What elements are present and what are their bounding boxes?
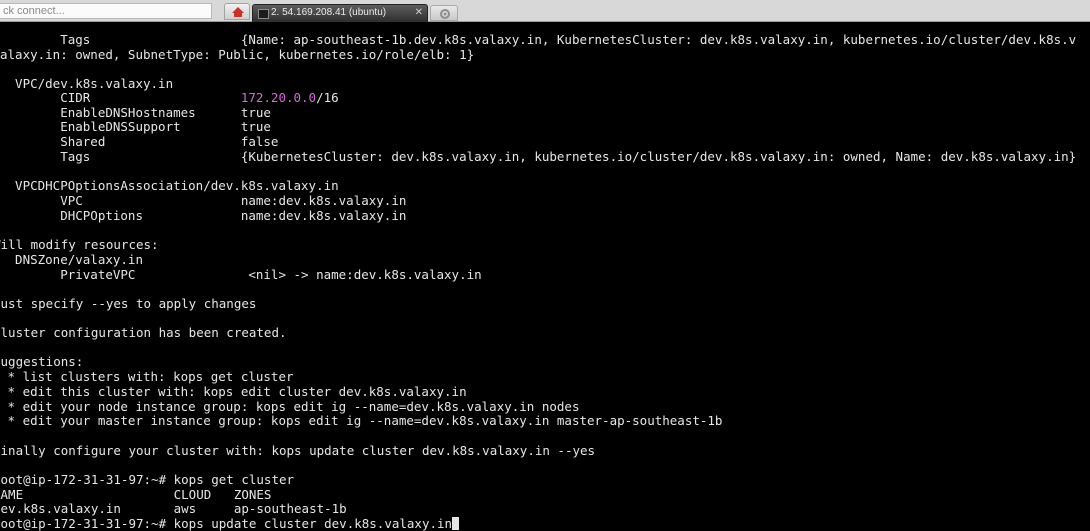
terminal-line: * list clusters with: kops get cluster <box>0 369 294 384</box>
tab-title: 2. 54.169.208.41 (ubuntu) <box>271 7 387 18</box>
terminal-line-text: Cluster configuration has been created. <box>0 325 287 340</box>
terminal-line-text: root@ip-172-31-31-97:~# kops update clus… <box>0 516 453 531</box>
terminal-line-text: alaxy.in: owned, SubnetType: Public, kub… <box>0 47 475 62</box>
terminal-cursor <box>452 517 460 530</box>
terminal-line-text: EnableDNSSupport true <box>0 119 271 134</box>
quick-connect-input[interactable]: ck connect... <box>0 3 212 19</box>
terminal-line: Must specify --yes to apply changes <box>0 296 256 311</box>
terminal-line-text: Finally configure your cluster with: kop… <box>0 443 596 458</box>
terminal-line-text: PrivateVPC <nil> -> name:dev.k8s.valaxy.… <box>0 267 482 282</box>
terminal-line: Shared false <box>0 134 278 149</box>
terminal-line-text: root@ip-172-31-31-97:~# kops get cluster <box>0 472 295 487</box>
terminal-icon <box>258 9 269 19</box>
terminal-line-text: * edit your master instance group: kops … <box>0 413 723 428</box>
terminal-line: DHCPOptions name:dev.k8s.valaxy.in <box>0 208 406 223</box>
gear-icon <box>440 9 450 19</box>
terminal-line-text: NAME CLOUD ZONES <box>0 487 272 502</box>
terminal-line: dev.k8s.valaxy.in aws ap-southeast-1b <box>0 501 347 516</box>
terminal-line: Tags {KubernetesCluster: dev.k8s.valaxy.… <box>0 149 1076 164</box>
terminal-line: DNSZone/valaxy.in <box>0 252 143 267</box>
cidr-ip-highlight: 172.20.0.0 <box>240 90 317 105</box>
terminal-line-text: DNSZone/valaxy.in <box>0 252 143 267</box>
terminal-line: * edit this cluster with: kops edit clus… <box>0 384 467 399</box>
terminal-line-text: Tags {Name: ap-southeast-1b.dev.k8s.vala… <box>0 32 1077 47</box>
terminal-output[interactable]: Tags {Name: ap-southeast-1b.dev.k8s.vala… <box>0 22 1090 531</box>
terminal-line: * edit your master instance group: kops … <box>0 413 723 428</box>
terminal-line-text: Tags {KubernetesCluster: dev.k8s.valaxy.… <box>0 149 1077 164</box>
terminal-line: Suggestions: <box>0 354 83 369</box>
terminal-line: VPC/dev.k8s.valaxy.in <box>0 76 173 91</box>
terminal-line: VPCDHCPOptionsAssociation/dev.k8s.valaxy… <box>0 178 339 193</box>
terminal-line: alaxy.in: owned, SubnetType: Public, kub… <box>0 47 474 62</box>
terminal-line-text: Must specify --yes to apply changes <box>0 296 257 311</box>
new-tab-button[interactable] <box>430 5 458 21</box>
terminal-line-text: EnableDNSHostnames true <box>0 105 271 120</box>
terminal-line-text: VPC/dev.k8s.valaxy.in <box>0 76 174 91</box>
terminal-line: root@ip-172-31-31-97:~# kops get cluster <box>0 472 294 487</box>
terminal-line: Finally configure your cluster with: kop… <box>0 443 595 458</box>
terminal-line-suffix: /16 <box>316 90 339 105</box>
terminal-line-text: Shared false <box>0 134 279 149</box>
terminal-line-text: * edit your node instance group: kops ed… <box>0 399 580 414</box>
home-icon <box>232 7 244 17</box>
terminal-line: Will modify resources: <box>0 237 159 252</box>
terminal-line-text: * list clusters with: kops get cluster <box>0 369 294 384</box>
terminal-line: EnableDNSHostnames true <box>0 105 271 120</box>
terminal-line: * edit your node instance group: kops ed… <box>0 399 580 414</box>
home-button[interactable] <box>224 3 250 20</box>
close-tab-icon[interactable]: ✕ <box>415 5 423 21</box>
terminal-line-text: Will modify resources: <box>0 237 159 252</box>
terminal-line: Tags {Name: ap-southeast-1b.dev.k8s.vala… <box>0 32 1076 47</box>
terminal-line-text: DHCPOptions name:dev.k8s.valaxy.in <box>0 208 407 223</box>
terminal-line: VPC name:dev.k8s.valaxy.in <box>0 193 406 208</box>
terminal-line: NAME CLOUD ZONES <box>0 487 271 502</box>
terminal-line-text: dev.k8s.valaxy.in aws ap-southeast-1b <box>0 501 347 516</box>
terminal-line-text: * edit this cluster with: kops edit clus… <box>0 384 467 399</box>
tab-ssh-session[interactable]: 2. 54.169.208.41 (ubuntu) ✕ <box>252 4 428 22</box>
terminal-line-text: Suggestions: <box>0 354 84 369</box>
terminal-line-text: VPC name:dev.k8s.valaxy.in <box>0 193 407 208</box>
terminal-line: root@ip-172-31-31-97:~# kops update clus… <box>0 516 460 531</box>
browser-toolbar: ck connect... 2. 54.169.208.41 (ubuntu) … <box>0 0 1090 22</box>
terminal-line: EnableDNSSupport true <box>0 119 271 134</box>
terminal-line: Cluster configuration has been created. <box>0 325 287 340</box>
terminal-line: PrivateVPC <nil> -> name:dev.k8s.valaxy.… <box>0 267 482 282</box>
terminal-line: CIDR 172.20.0.0/16 <box>0 90 339 105</box>
terminal-line-text: CIDR <box>0 90 241 105</box>
terminal-line-text: VPCDHCPOptionsAssociation/dev.k8s.valaxy… <box>0 178 339 193</box>
